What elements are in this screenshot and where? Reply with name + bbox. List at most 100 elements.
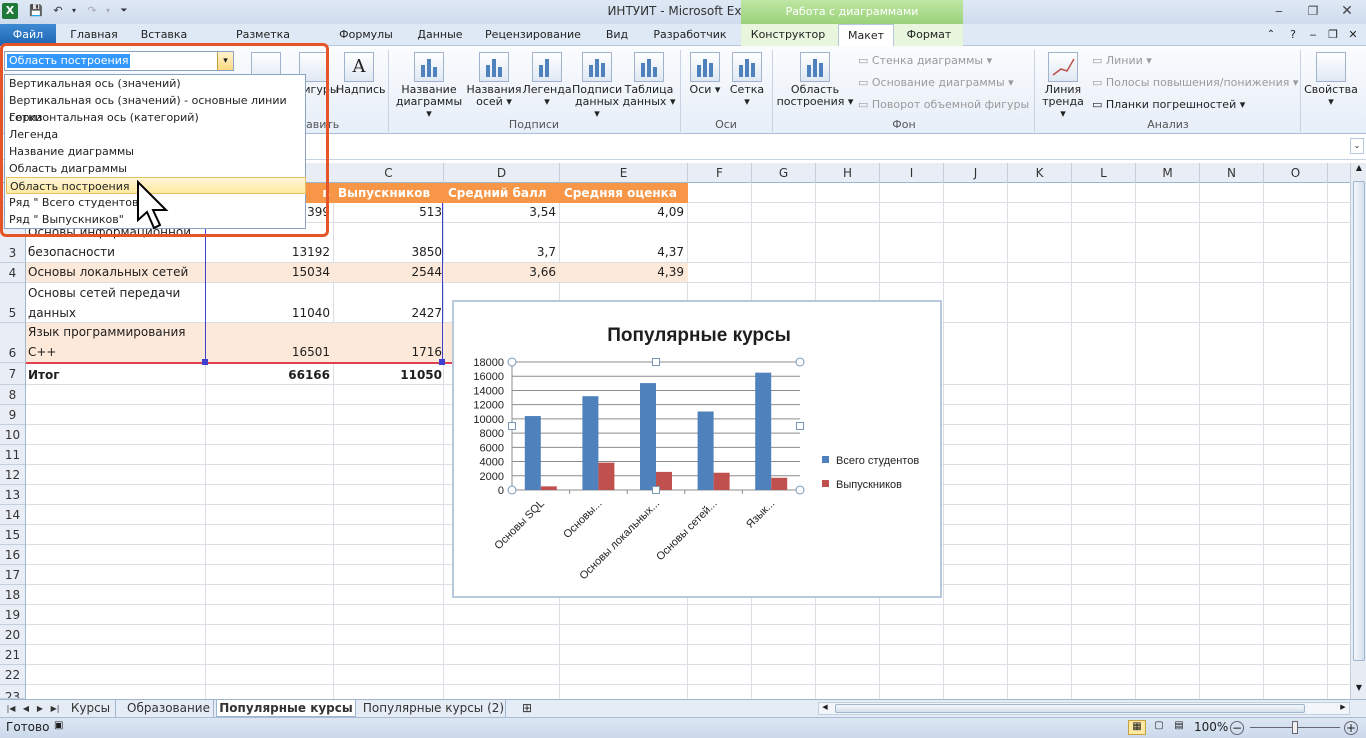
next-sheet-icon[interactable]: ▶ <box>34 700 46 717</box>
bar[interactable] <box>598 462 615 490</box>
row-header[interactable]: 15 <box>0 525 26 545</box>
zoom-slider-thumb[interactable] <box>1292 721 1298 734</box>
tab-review[interactable]: Рецензирование <box>484 24 582 46</box>
tab-format[interactable]: Формат <box>900 24 958 46</box>
row-header[interactable]: 18 <box>0 585 26 605</box>
cell-c3[interactable]: 3850 <box>334 245 442 259</box>
row-header[interactable]: 14 <box>0 505 26 525</box>
gridlines-button[interactable]: Сетка ▾ <box>728 52 766 108</box>
zoom-out-icon[interactable]: − <box>1230 721 1244 735</box>
up-down-bars-button[interactable]: ▭ Полосы повышения/понижения ▾ <box>1092 76 1298 89</box>
row-header[interactable]: 11 <box>0 445 26 465</box>
cell-e2[interactable]: 4,09 <box>560 205 684 219</box>
help-icon[interactable]: ? <box>1284 24 1302 46</box>
page-break-view-icon[interactable]: ▤ <box>1170 720 1188 735</box>
row-header[interactable]: 17 <box>0 565 26 585</box>
column-header-d[interactable]: D <box>444 163 560 183</box>
row-header[interactable]: 12 <box>0 465 26 485</box>
axes-button[interactable]: Оси ▾ <box>686 52 724 96</box>
horizontal-scrollbar[interactable]: ◀ ▶ <box>818 702 1350 715</box>
chart-title-button[interactable]: Название диаграммы ▾ <box>394 52 464 120</box>
window-restore-icon[interactable]: ❐ <box>1324 24 1342 46</box>
normal-view-icon[interactable]: ▦ <box>1128 720 1146 735</box>
cell-c5[interactable]: 2427 <box>334 306 442 320</box>
row-header[interactable]: 6 <box>0 323 26 363</box>
plot-area-handle[interactable] <box>795 357 805 367</box>
hscroll-thumb[interactable] <box>835 704 1305 713</box>
sheet-tab[interactable]: Образование <box>124 700 214 717</box>
axis-titles-button[interactable]: Названия осей ▾ <box>466 52 522 108</box>
trendline-button[interactable]: Линия тренда ▾ <box>1038 52 1088 120</box>
last-sheet-icon[interactable]: ▶| <box>48 700 62 717</box>
column-header-o[interactable]: O <box>1264 163 1328 183</box>
column-header-h[interactable]: H <box>816 163 880 183</box>
scroll-down-icon[interactable]: ▼ <box>1352 683 1366 697</box>
header-cell-d[interactable]: Средний балл <box>448 183 556 203</box>
prev-sheet-icon[interactable]: ◀ <box>20 700 32 717</box>
chart-wall-button[interactable]: ▭ Стенка диаграммы ▾ <box>858 54 992 67</box>
plot-area-handle[interactable] <box>507 485 517 495</box>
column-header-k[interactable]: K <box>1008 163 1072 183</box>
window-minimize-icon[interactable]: ‒ <box>1304 24 1322 46</box>
row-header[interactable]: 22 <box>0 665 26 685</box>
window-close-icon[interactable]: ✕ <box>1344 24 1362 46</box>
range-handle[interactable] <box>439 359 445 365</box>
tab-design[interactable]: Конструктор <box>746 24 830 46</box>
expand-formula-icon[interactable]: ⌄ <box>1350 138 1364 154</box>
scroll-thumb[interactable] <box>1353 181 1365 661</box>
zoom-in-icon[interactable]: + <box>1344 721 1358 735</box>
cell-b7[interactable]: 66166 <box>206 368 330 382</box>
zoom-level[interactable]: 100% <box>1194 720 1228 734</box>
plot-area-handle[interactable] <box>652 358 660 366</box>
ribbon-minimize-icon[interactable]: ⌃ <box>1262 24 1280 46</box>
sheet-tab-active[interactable]: Популярные курсы <box>216 700 356 717</box>
cell-a7[interactable]: Итог <box>28 368 60 382</box>
row-header[interactable]: 5 <box>0 283 26 323</box>
cell-d3[interactable]: 3,7 <box>444 245 556 259</box>
cell-b6[interactable]: 16501 <box>206 345 330 359</box>
scroll-left-icon[interactable]: ◀ <box>819 703 831 714</box>
range-handle[interactable] <box>202 359 208 365</box>
column-header-j[interactable]: J <box>944 163 1008 183</box>
cell-b4[interactable]: 15034 <box>206 265 330 279</box>
legend-label-graduates[interactable]: Выпускников <box>836 479 902 491</box>
cell-b3[interactable]: 13192 <box>206 245 330 259</box>
column-header-m[interactable]: M <box>1136 163 1200 183</box>
row-header[interactable]: 21 <box>0 645 26 665</box>
bar[interactable] <box>582 396 599 490</box>
chart-title[interactable]: Популярные курсы <box>607 325 791 346</box>
header-cell-c[interactable]: Выпускников <box>338 183 442 203</box>
plot-area-handle[interactable] <box>508 422 516 430</box>
header-cell-e[interactable]: Средняя оценка <box>564 183 684 203</box>
cell-c7[interactable]: 11050 <box>334 368 442 382</box>
tab-view[interactable]: Вид <box>598 24 636 46</box>
tab-layout[interactable]: Макет <box>838 24 894 47</box>
bar[interactable] <box>697 411 714 490</box>
plot-area-handle[interactable] <box>796 422 804 430</box>
cell-a5-line1[interactable]: Основы сетей передачи <box>28 286 180 300</box>
cell-a5-line2[interactable]: данных <box>28 306 76 320</box>
page-layout-view-icon[interactable]: ▢ <box>1150 720 1168 735</box>
properties-button[interactable]: Свойства ▾ <box>1302 52 1360 108</box>
column-header-l[interactable]: L <box>1072 163 1136 183</box>
row-header[interactable]: 23 <box>0 685 26 699</box>
cell-c6[interactable]: 1716 <box>334 345 442 359</box>
lines-button[interactable]: ▭ Линии ▾ <box>1092 54 1152 67</box>
row-header[interactable]: 19 <box>0 605 26 625</box>
data-table-button[interactable]: Таблица данных ▾ <box>622 52 676 108</box>
column-header-g[interactable]: G <box>752 163 816 183</box>
legend-button[interactable]: Легенда ▾ <box>522 52 572 108</box>
bar[interactable] <box>713 472 730 490</box>
cell-a6-line1[interactable]: Язык программирования <box>28 325 186 339</box>
row-header[interactable]: 20 <box>0 625 26 645</box>
row-header[interactable]: 7 <box>0 363 26 385</box>
bar[interactable] <box>771 477 788 490</box>
plot-area-handle[interactable] <box>795 485 805 495</box>
column-header-f[interactable]: F <box>688 163 752 183</box>
tab-developer[interactable]: Разработчик <box>650 24 730 46</box>
bar[interactable] <box>640 383 656 490</box>
close-icon[interactable]: ✕ <box>1334 2 1360 20</box>
legend-label-students[interactable]: Всего студентов <box>836 455 919 467</box>
bar[interactable] <box>540 486 557 490</box>
data-labels-button[interactable]: Подписи данных ▾ <box>572 52 622 120</box>
